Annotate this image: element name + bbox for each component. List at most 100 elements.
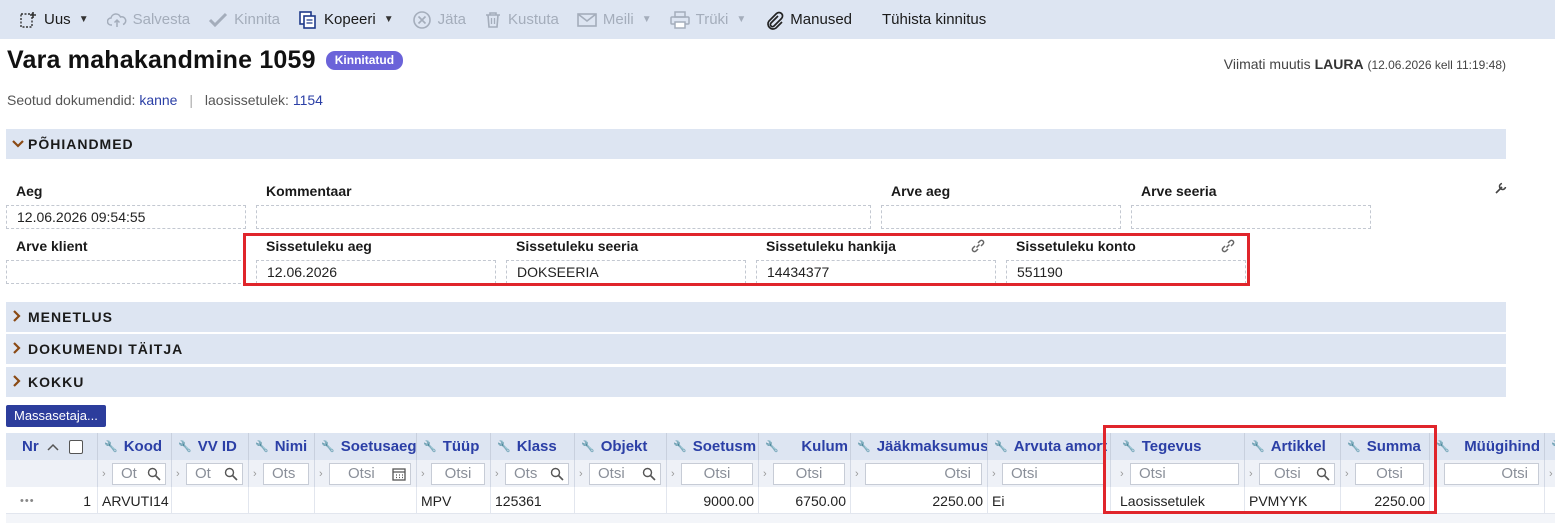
wrench-icon[interactable]	[1494, 181, 1508, 195]
related-link-kanne[interactable]: kanne	[139, 92, 177, 108]
filter-vv-id-input[interactable]: Ot	[186, 462, 243, 485]
filter-nimi-input[interactable]: Ots	[263, 462, 309, 485]
col-arvuta-amort[interactable]: 🔧 Arvuta amort	[988, 433, 1111, 460]
aeg-input[interactable]: 12.06.2026 09:54:55	[6, 205, 246, 229]
section-total-header[interactable]: KOKKU	[6, 367, 1506, 397]
mail-button[interactable]: Meili ▼	[571, 0, 664, 39]
filter-soetusm-input[interactable]: Otsi	[681, 462, 753, 485]
field-arve-seeria-label: Arve seeria	[1141, 183, 1217, 199]
chevron-down-icon[interactable]: ▼	[642, 14, 652, 25]
row-vv-id[interactable]	[172, 487, 249, 514]
filter-kulum-input[interactable]: Otsi	[773, 462, 845, 485]
kommentaar-input[interactable]	[256, 205, 871, 229]
chevron-down-icon[interactable]: ▼	[79, 14, 89, 25]
section-procedure-title: MENETLUS	[28, 309, 113, 325]
filter-placeholder: Ots	[514, 464, 538, 482]
col-tyyp[interactable]: 🔧 Tüüp	[417, 433, 491, 460]
row-menu-icon[interactable]: •••	[20, 495, 35, 507]
arve-klient-input[interactable]	[6, 260, 246, 284]
filter-kood-input[interactable]: Ot	[112, 462, 166, 485]
search-icon[interactable]	[642, 467, 656, 481]
row-jaakmaksumus[interactable]: 2250.00	[851, 487, 988, 514]
chevron-right-icon: ›	[495, 467, 499, 480]
row-objekt[interactable]	[575, 487, 667, 514]
cancel-confirmation-label: Tühista kinnitus	[882, 11, 987, 28]
cancel-confirmation-button[interactable]: Tühista kinnitus	[864, 0, 998, 39]
filter-klass-input[interactable]: Ots	[505, 462, 569, 485]
chevron-down-icon[interactable]: ▼	[384, 14, 394, 25]
row-klass[interactable]: 125361	[491, 487, 575, 514]
filter-kood: › Ot	[98, 460, 172, 487]
copy-button[interactable]: Kopeeri ▼	[292, 0, 406, 39]
mail-button-label: Meili	[602, 11, 634, 28]
col-nimi[interactable]: 🔧 Nimi	[249, 433, 315, 460]
row-myygihind[interactable]	[1430, 487, 1545, 514]
copy-button-label: Kopeeri	[324, 11, 376, 28]
print-button[interactable]: Trüki ▼	[664, 0, 759, 39]
new-button-label: Uus	[44, 11, 71, 28]
attachments-button[interactable]: Manused	[758, 0, 864, 39]
row-soetusaeg[interactable]	[315, 487, 417, 514]
col-nr[interactable]: Nr	[6, 433, 98, 460]
row-kood[interactable]: ARVUTI14	[98, 487, 172, 514]
col-soetusaeg-label: Soetusaeg	[340, 438, 417, 455]
skip-button[interactable]: Jäta	[406, 0, 478, 39]
calendar-icon[interactable]	[392, 467, 406, 481]
delete-button[interactable]: Kustuta	[478, 0, 571, 39]
sort-up-icon[interactable]	[47, 443, 59, 451]
col-klass[interactable]: 🔧 Klass	[491, 433, 575, 460]
related-label-2: laosissetulek:	[204, 92, 289, 108]
chevron-right-icon: ›	[253, 467, 257, 480]
search-icon[interactable]	[224, 467, 238, 481]
paperclip-icon	[767, 11, 784, 30]
row-nimi[interactable]	[249, 487, 315, 514]
save-button[interactable]: Salvesta	[101, 0, 203, 39]
search-icon[interactable]	[147, 467, 161, 481]
new-button[interactable]: Uus ▼	[12, 0, 101, 39]
col-vv-id-label: VV ID	[197, 438, 237, 455]
chevron-right-icon	[12, 341, 28, 357]
col-kulum[interactable]: 🔧 Kulum	[759, 433, 851, 460]
chevron-right-icon: ›	[992, 467, 996, 480]
section-executor-header[interactable]: DOKUMENDI TÄITJA	[6, 334, 1506, 364]
filter-objekt-input[interactable]: Otsi	[589, 462, 661, 485]
row-arvuta-amort[interactable]: Ei	[988, 487, 1111, 514]
col-kood[interactable]: 🔧 Kood	[98, 433, 172, 460]
cancel-circle-icon	[412, 10, 431, 29]
field-arve-aeg: Arve aeg	[881, 183, 1121, 229]
save-button-label: Salvesta	[132, 11, 191, 28]
filter-myygihind-input[interactable]: Otsi	[1444, 462, 1539, 485]
field-aeg-label: Aeg	[16, 183, 43, 199]
related-link-laosissetulek[interactable]: 1154	[293, 92, 323, 108]
col-objekt[interactable]: 🔧 Objekt	[575, 433, 667, 460]
page-title: Vara mahakandmine 1059	[7, 46, 316, 74]
section-main-header[interactable]: PÕHIANDMED	[6, 129, 1506, 159]
arve-aeg-input[interactable]	[881, 205, 1121, 229]
arve-seeria-input[interactable]	[1131, 205, 1371, 229]
row-soetusm[interactable]: 9000.00	[667, 487, 759, 514]
col-vv-id[interactable]: 🔧 VV ID	[172, 433, 249, 460]
last-modified: Viimati muutis LAURA (12.06.2026 kell 11…	[1224, 56, 1506, 72]
mass-setter-button[interactable]: Massasetaja...	[6, 405, 106, 427]
chevron-right-icon	[12, 374, 28, 390]
filter-nr	[6, 460, 98, 487]
search-icon[interactable]	[550, 467, 564, 481]
row-kulum[interactable]: 6750.00	[759, 487, 851, 514]
col-myygihind[interactable]: 🔧 Müügihind	[1430, 433, 1545, 460]
filter-kulum: › Otsi	[759, 460, 851, 487]
filter-soetusaeg-input[interactable]: Otsi	[329, 462, 411, 485]
select-all-checkbox[interactable]	[68, 439, 83, 454]
wrench-icon: 🔧	[765, 441, 779, 453]
col-soetusaeg[interactable]: 🔧 Soetusaeg	[315, 433, 417, 460]
col-jaakmaksumus[interactable]: 🔧 Jääkmaksumus	[851, 433, 988, 460]
col-soetusm[interactable]: 🔧 Soetusm	[667, 433, 759, 460]
filter-arvuta-amort-input[interactable]: Otsi	[1002, 462, 1105, 485]
filter-more: ›	[1545, 460, 1555, 487]
section-procedure-header[interactable]: MENETLUS	[6, 302, 1506, 332]
filter-tyyp-input[interactable]: Otsi	[431, 462, 485, 485]
filter-placeholder: Otsi	[348, 464, 375, 482]
confirm-button[interactable]: Kinnita	[202, 0, 292, 39]
chevron-down-icon[interactable]: ▼	[736, 14, 746, 25]
row-tyyp[interactable]: MPV	[417, 487, 491, 514]
filter-jaakmaksumus-input[interactable]: Otsi	[865, 462, 982, 485]
